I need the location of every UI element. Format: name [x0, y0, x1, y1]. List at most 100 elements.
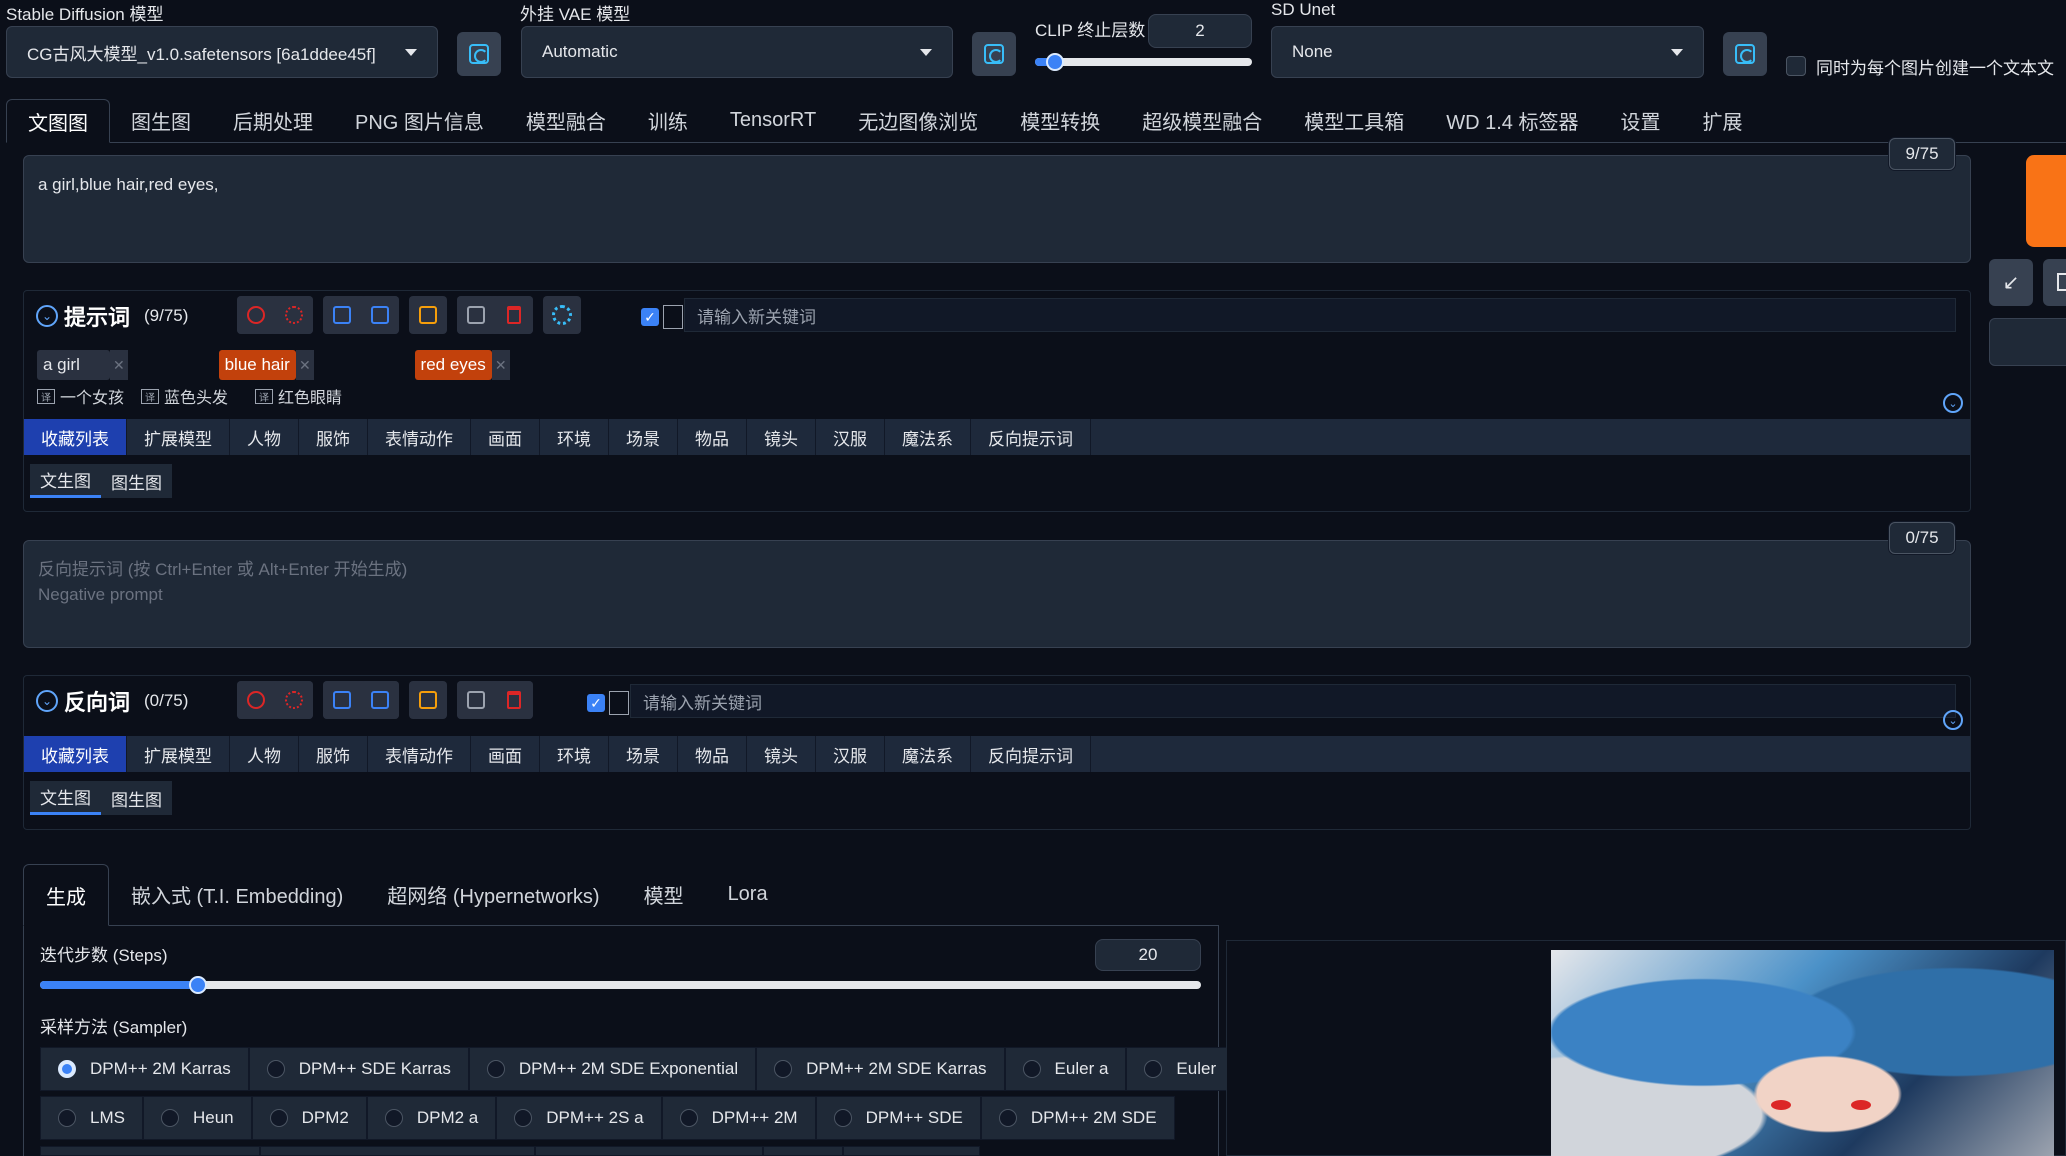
output-image[interactable] — [1551, 950, 2054, 1156]
main-tab[interactable]: 训练 — [627, 98, 709, 142]
category-tab[interactable]: 人物 — [230, 736, 299, 772]
steps-number-input[interactable]: 20 — [1095, 939, 1201, 971]
unet-select[interactable]: None — [1271, 26, 1704, 78]
category-tab[interactable]: 反向提示词 — [971, 736, 1091, 772]
sub-tab[interactable]: 图生图 — [101, 464, 172, 498]
sampler-option[interactable]: DPM2 — [251, 1096, 367, 1140]
collapse-chevron-icon[interactable]: ⌄ — [1943, 393, 1963, 413]
clip-number-input[interactable]: 2 — [1148, 14, 1252, 48]
steps-slider-thumb[interactable] — [188, 976, 207, 994]
prompt-tag[interactable]: blue hair ✕ — [218, 350, 314, 380]
steps-slider[interactable] — [40, 976, 1201, 994]
sampler-option[interactable]: DPM++ 2M Karras — [40, 1047, 249, 1091]
category-tab[interactable]: 镜头 — [747, 419, 816, 455]
sampler-option[interactable]: Euler a — [1004, 1047, 1127, 1091]
sampler-option[interactable]: Euler — [1126, 1047, 1235, 1091]
unet-refresh-button[interactable] — [1723, 32, 1767, 76]
close-icon[interactable]: ✕ — [295, 350, 314, 380]
category-tab[interactable]: 反向提示词 — [971, 419, 1091, 455]
category-tab[interactable]: 环境 — [540, 419, 609, 455]
category-tab[interactable]: 物品 — [678, 736, 747, 772]
main-tab[interactable]: 扩展 — [1681, 98, 1763, 142]
category-tab[interactable]: 服饰 — [299, 419, 368, 455]
clear-button[interactable] — [495, 681, 533, 719]
category-tab[interactable]: 物品 — [678, 419, 747, 455]
main-tab[interactable]: 图生图 — [110, 98, 212, 142]
category-tab[interactable]: 收藏列表 — [24, 419, 127, 455]
close-icon[interactable]: ✕ — [109, 350, 128, 380]
category-tab[interactable]: 场景 — [609, 419, 678, 455]
negative-keyword-input[interactable]: 请输入新关键词 — [630, 684, 1956, 718]
arrow-icon-button[interactable]: ↙ — [1989, 259, 2033, 306]
category-tab[interactable]: 魔法系 — [885, 419, 971, 455]
category-tab[interactable]: 环境 — [540, 736, 609, 772]
copy-prompt-button[interactable] — [323, 681, 361, 719]
main-tab[interactable]: TensorRT — [709, 98, 837, 142]
caption-checkbox[interactable] — [1786, 56, 1806, 76]
main-tab[interactable]: 超级模型融合 — [1121, 98, 1283, 142]
negative-keyword-checkbox[interactable]: ✓ — [587, 694, 605, 712]
translate-all-button[interactable] — [275, 681, 313, 719]
category-tab[interactable]: 汉服 — [816, 419, 885, 455]
collapse-chevron-icon[interactable]: ⌄ — [1943, 710, 1963, 730]
main-tab[interactable]: 无边图像浏览 — [837, 98, 999, 142]
category-tab[interactable]: 扩展模型 — [127, 419, 230, 455]
negative-helper-header[interactable]: ⌄ 反向词 (0/75) — [36, 680, 188, 722]
generation-tab[interactable]: 生成 — [23, 864, 109, 926]
category-tab[interactable]: 画面 — [471, 419, 540, 455]
sampler-option[interactable]: DPM++ 2M SDE Exponential — [468, 1047, 757, 1091]
sub-tab[interactable]: 文生图 — [30, 781, 101, 815]
tag-translation[interactable]: 译红色眼睛 — [255, 384, 342, 408]
category-tab[interactable]: 镜头 — [747, 736, 816, 772]
sd-model-select[interactable]: CG古风大模型_v1.0.safetensors [6a1ddee45f] — [6, 26, 438, 78]
tag-translation[interactable]: 译一个女孩 — [37, 384, 124, 408]
style-button[interactable] — [1989, 318, 2066, 366]
sd-model-refresh-button[interactable] — [457, 32, 501, 76]
translate-keyword-button[interactable] — [409, 681, 447, 719]
duplicate-button[interactable] — [457, 681, 495, 719]
keyword-checkbox[interactable]: ✓ — [641, 308, 659, 326]
category-tab[interactable]: 收藏列表 — [24, 736, 127, 772]
duplicate-button[interactable] — [457, 296, 495, 334]
main-tab[interactable]: 设置 — [1599, 98, 1681, 142]
clear-button[interactable] — [495, 296, 533, 334]
main-tab[interactable]: 后期处理 — [212, 98, 334, 142]
keyword-input[interactable]: 请输入新关键词 — [684, 298, 1956, 332]
sub-tab[interactable]: 文生图 — [30, 464, 101, 498]
category-tab[interactable]: 扩展模型 — [127, 736, 230, 772]
generation-tab[interactable]: 嵌入式 (T.I. Embedding) — [109, 863, 365, 925]
clip-slider[interactable] — [1035, 53, 1252, 71]
vae-select[interactable]: Automatic — [521, 26, 953, 78]
category-tab[interactable]: 场景 — [609, 736, 678, 772]
translate-keyword-button[interactable] — [409, 296, 447, 334]
category-tab[interactable]: 人物 — [230, 419, 299, 455]
clip-slider-thumb[interactable] — [1045, 53, 1064, 71]
sampler-option[interactable]: DPM++ 2S a — [496, 1096, 662, 1140]
category-tab[interactable]: 魔法系 — [885, 736, 971, 772]
prompt-helper-header[interactable]: ⌄ 提示词 (9/75) — [36, 295, 188, 337]
category-tab[interactable]: 服饰 — [299, 736, 368, 772]
category-tab[interactable]: 画面 — [471, 736, 540, 772]
generation-tab[interactable]: 超网络 (Hypernetworks) — [365, 863, 621, 925]
negative-prompt-textarea[interactable]: 反向提示词 (按 Ctrl+Enter 或 Alt+Enter 开始生成) Ne… — [23, 540, 1971, 648]
paste-button[interactable] — [2043, 259, 2066, 306]
settings-button[interactable] — [543, 296, 581, 334]
sampler-option[interactable]: DPM++ SDE — [815, 1096, 981, 1140]
copy-prompt-button[interactable] — [323, 296, 361, 334]
main-tab[interactable]: 模型转换 — [999, 98, 1121, 142]
prompt-tag[interactable]: a girl ✕ — [37, 350, 128, 380]
sampler-option[interactable]: LMS — [40, 1096, 143, 1140]
translate-all-button[interactable] — [275, 296, 313, 334]
sampler-option[interactable]: DPM++ SDE Karras — [248, 1047, 469, 1091]
main-tab[interactable]: 文图图 — [6, 99, 110, 143]
generation-tab[interactable]: Lora — [706, 863, 790, 925]
translate-button[interactable] — [237, 296, 275, 334]
sampler-option[interactable]: DPM++ 2M SDE — [980, 1096, 1175, 1140]
main-tab[interactable]: 模型工具箱 — [1283, 98, 1425, 142]
sampler-option[interactable]: DPM++ 2M SDE Karras — [756, 1047, 1005, 1091]
sub-tab[interactable]: 图生图 — [101, 781, 172, 815]
bookmark-button[interactable] — [361, 296, 399, 334]
generation-tab[interactable]: 模型 — [622, 863, 706, 925]
category-tab[interactable]: 汉服 — [816, 736, 885, 772]
vae-refresh-button[interactable] — [972, 32, 1016, 76]
